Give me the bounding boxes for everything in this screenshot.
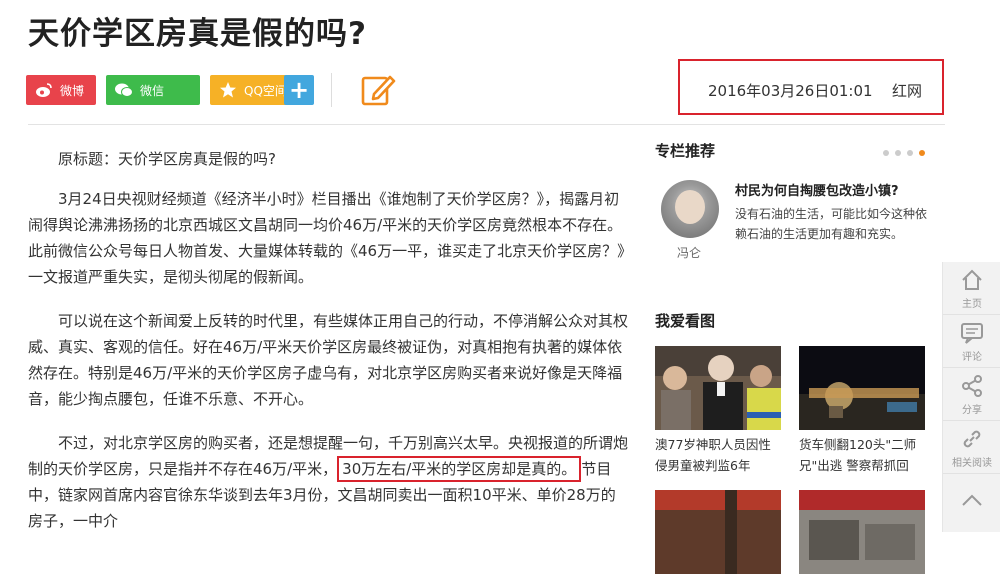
comment-icon bbox=[961, 323, 983, 344]
side-toolbar: 主页 评论 分享 相关阅读 bbox=[942, 262, 1000, 532]
toolbar-home-button[interactable]: 主页 bbox=[943, 262, 1000, 315]
sidebar: 专栏推荐 冯仑 村民为何自掏腰包改造小镇? 没有石油的生活，可能比如今这种依赖石… bbox=[655, 140, 945, 574]
toolbar-home-label: 主页 bbox=[962, 299, 982, 310]
photo-card[interactable] bbox=[655, 490, 781, 574]
carousel-dot[interactable] bbox=[907, 150, 913, 156]
share-qzone-label: QQ空间 bbox=[244, 83, 287, 98]
carousel-dot[interactable] bbox=[895, 150, 901, 156]
chevron-up-icon bbox=[962, 494, 982, 506]
source-link[interactable]: 红网 bbox=[892, 80, 922, 101]
article-body: 原标题：天价学区房真是假的吗? 3月24日央视财经频道《经济半小时》栏目播出《谁… bbox=[28, 146, 628, 552]
photo-caption[interactable]: 澳77岁神职人员因性侵男童被判监6年 bbox=[655, 434, 781, 476]
divider bbox=[331, 73, 332, 107]
share-weixin-button[interactable]: 微信 bbox=[106, 75, 200, 105]
author-avatar[interactable] bbox=[661, 180, 719, 238]
photo-card[interactable] bbox=[799, 490, 925, 574]
photo-thumbnail[interactable] bbox=[799, 346, 925, 430]
share-weibo-button[interactable]: 微博 bbox=[26, 75, 96, 105]
toolbar-comment-label: 评论 bbox=[962, 352, 982, 363]
share-more-button[interactable]: + bbox=[284, 75, 314, 105]
toolbar-comment-button[interactable]: 评论 bbox=[943, 315, 1000, 368]
photo-thumbnail[interactable] bbox=[655, 346, 781, 430]
back-to-top-button[interactable] bbox=[943, 474, 1000, 526]
carousel-dots bbox=[883, 150, 925, 156]
share-weixin-label: 微信 bbox=[140, 83, 165, 98]
column-description: 没有石油的生活，可能比如今这种依赖石油的生活更加有趣和充实。 bbox=[735, 207, 928, 241]
page-title: 天价学区房真是假的吗? bbox=[28, 16, 367, 52]
toolbar-related-button[interactable]: 相关阅读 bbox=[943, 421, 1000, 474]
article-paragraph: 原标题：天价学区房真是假的吗? bbox=[58, 150, 276, 168]
carousel-dot-active[interactable] bbox=[919, 150, 925, 156]
wechat-icon bbox=[114, 81, 134, 99]
pencil-square-icon bbox=[361, 75, 396, 106]
article-paragraph: 3月24日央视财经频道《经济半小时》栏目播出《谁炮制了天价学区房？》，揭露月初闹… bbox=[28, 190, 625, 286]
link-icon bbox=[963, 430, 981, 448]
article-paragraph: 不过，对北京学区房的购买者，还是想提醒一句，千万别高兴太早。央视报道的所谓炮制的… bbox=[28, 430, 628, 534]
date-source-box: 2016年03月26日01:01 红网 bbox=[678, 59, 944, 115]
toolbar-share-button[interactable]: 分享 bbox=[943, 368, 1000, 421]
toolbar-related-label: 相关阅读 bbox=[952, 458, 992, 469]
photo-card[interactable]: 澳77岁神职人员因性侵男童被判监6年 bbox=[655, 346, 781, 476]
article-paragraph: 可以说在这个新闻爱上反转的时代里，有些媒体正用自己的行动，不停消解公众对其权威、… bbox=[28, 312, 629, 408]
pics-section: 我爱看图 bbox=[655, 310, 715, 331]
toolbar-share-label: 分享 bbox=[962, 405, 982, 416]
weibo-icon bbox=[34, 81, 54, 99]
share-weibo-label: 微博 bbox=[60, 83, 85, 98]
pics-section-title: 我爱看图 bbox=[655, 312, 716, 330]
photo-card[interactable]: 货车侧翻120头"二师兄"出逃 警察帮抓回 bbox=[799, 346, 925, 476]
carousel-dot[interactable] bbox=[883, 150, 889, 156]
photo-thumbnail[interactable] bbox=[799, 490, 925, 574]
home-icon bbox=[962, 269, 982, 290]
publish-date: 2016年03月26日01:01 bbox=[708, 82, 873, 100]
star-icon bbox=[218, 81, 238, 99]
plus-icon: + bbox=[288, 76, 310, 104]
photo-caption[interactable]: 货车侧翻120头"二师兄"出逃 警察帮抓回 bbox=[799, 434, 925, 476]
share-icon bbox=[962, 375, 982, 397]
divider bbox=[28, 124, 945, 125]
edit-comment-button[interactable] bbox=[360, 72, 396, 108]
highlighted-text: 30万左右/平米的学区房却是真的。 bbox=[337, 456, 582, 482]
column-headline-link[interactable]: 村民为何自掏腰包改造小镇? bbox=[735, 180, 899, 199]
photo-thumbnail[interactable] bbox=[655, 490, 781, 574]
author-name[interactable]: 冯仑 bbox=[677, 244, 701, 261]
